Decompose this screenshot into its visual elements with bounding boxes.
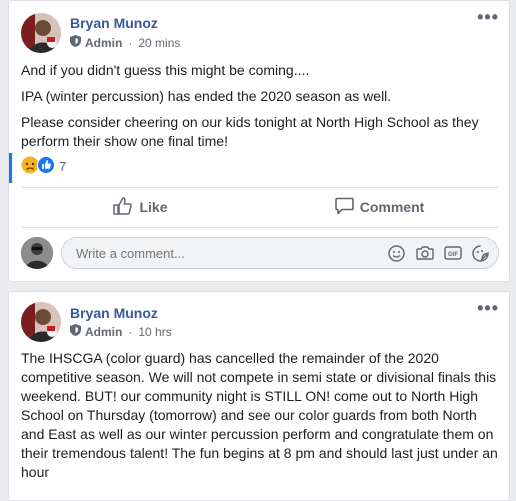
comment-icon	[334, 197, 354, 218]
separator-dot: ·	[128, 35, 133, 50]
emoji-icon[interactable]	[387, 244, 406, 263]
comment-tools: GIF	[387, 244, 490, 263]
post-paragraph: Please consider cheering on our kids ton…	[21, 114, 479, 149]
camera-icon[interactable]	[415, 244, 434, 263]
post-paragraph: And if you didn't guess this might be co…	[21, 62, 310, 78]
separator-dot: ·	[128, 324, 133, 339]
post-timestamp[interactable]: 20 mins	[138, 36, 180, 50]
reactions-summary[interactable]: 7	[21, 156, 66, 177]
divider	[21, 227, 499, 228]
comment-input-wrapper: GIF	[61, 237, 499, 269]
post-actions: Like Comment	[21, 191, 499, 223]
shield-icon	[70, 35, 81, 50]
thumbs-up-icon	[113, 196, 133, 218]
author-name[interactable]: Bryan Munoz	[70, 305, 158, 321]
post-body: And if you didn't guess this might be co…	[21, 61, 499, 158]
comment-composer: GIF	[21, 235, 499, 271]
like-button[interactable]: Like	[21, 191, 260, 223]
svg-text:GIF: GIF	[448, 252, 458, 258]
post-paragraph: The IHSCGA (color guard) has cancelled t…	[21, 350, 498, 480]
comment-button[interactable]: Comment	[260, 191, 499, 223]
post-meta: Admin · 20 mins	[70, 35, 180, 50]
post-timestamp[interactable]: 10 hrs	[138, 325, 171, 339]
ellipsis-icon[interactable]: •••	[477, 298, 499, 319]
author-role: Admin	[85, 324, 123, 339]
like-label: Like	[139, 199, 168, 215]
author-name[interactable]: Bryan Munoz	[70, 15, 158, 31]
gif-icon[interactable]: GIF	[443, 244, 462, 263]
comment-label: Comment	[359, 199, 425, 215]
author-avatar[interactable]	[21, 13, 61, 53]
divider	[21, 187, 499, 188]
author-avatar[interactable]	[21, 302, 61, 342]
shield-icon	[70, 324, 81, 339]
ellipsis-icon[interactable]: •••	[477, 7, 499, 28]
post-paragraph: IPA (winter percussion) has ended the 20…	[21, 88, 392, 104]
post-card: Bryan Munoz Admin · 10 hrs ••• The IHSCG…	[8, 291, 510, 501]
comment-input[interactable]	[74, 244, 387, 262]
sticker-icon[interactable]	[471, 244, 490, 263]
current-user-avatar[interactable]	[21, 237, 53, 269]
post-body: The IHSCGA (color guard) has cancelled t…	[21, 349, 499, 489]
like-reaction-icon	[37, 156, 55, 177]
author-role: Admin	[85, 35, 123, 50]
reaction-highlight-bar	[9, 153, 12, 183]
post-meta: Admin · 10 hrs	[70, 324, 172, 339]
post-card: Bryan Munoz Admin · 20 mins ••• And if y…	[8, 0, 510, 282]
reaction-count[interactable]: 7	[59, 159, 66, 174]
